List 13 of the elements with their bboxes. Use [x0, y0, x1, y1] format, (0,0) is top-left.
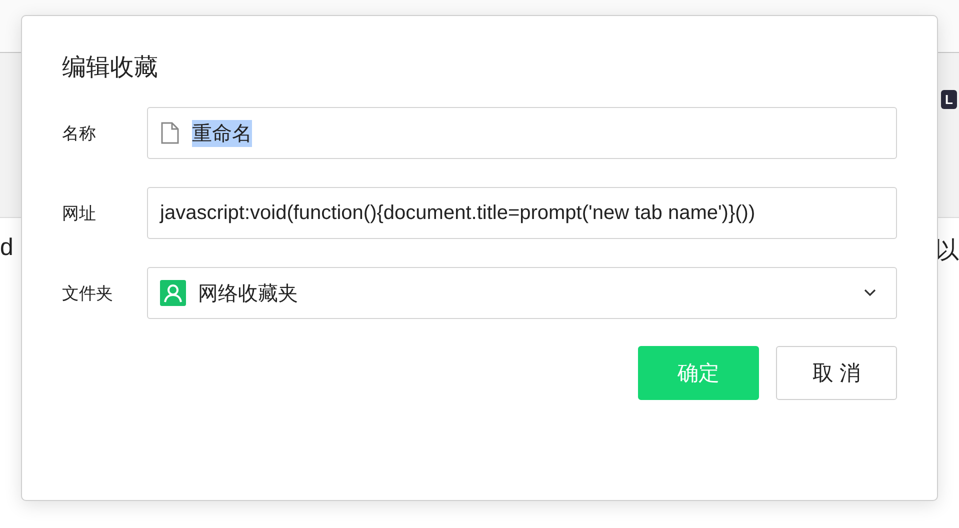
field-label: 文件夹: [62, 282, 114, 304]
field-label: 名称: [62, 122, 97, 144]
ml-badge: L: [941, 90, 957, 109]
background-text: d: [0, 234, 14, 263]
document-icon: [160, 122, 180, 144]
cancel-button[interactable]: 取 消: [776, 346, 897, 400]
dialog-title: 编辑收藏: [62, 53, 159, 83]
name-field[interactable]: 重命名: [147, 107, 897, 159]
url-field[interactable]: javascript:void(function(){document.title=prompt('new tab name')}()): [147, 187, 897, 239]
field-label: 网址: [62, 202, 97, 224]
user-icon: [160, 280, 186, 306]
folder-select[interactable]: 网络收藏夹: [147, 267, 897, 319]
chevron-down-icon: [864, 289, 876, 297]
